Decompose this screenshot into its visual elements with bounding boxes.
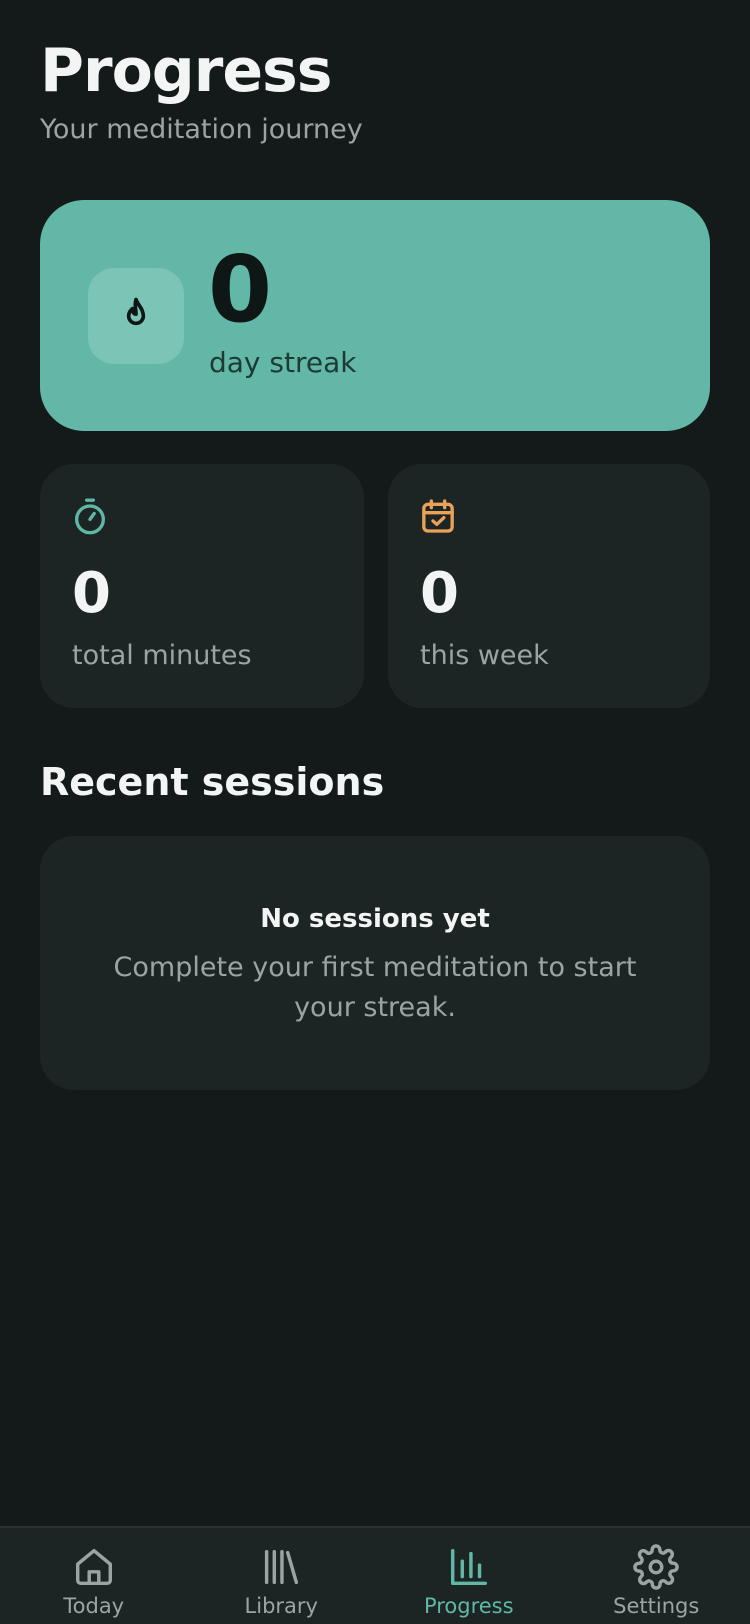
progress-screen: Progress Your meditation journey 0 day s… xyxy=(0,0,750,1624)
stopwatch-icon xyxy=(75,498,105,535)
tab-today[interactable]: Today xyxy=(0,1528,188,1624)
tab-label: Settings xyxy=(613,1594,700,1618)
library-icon xyxy=(265,1549,299,1585)
page-title: Progress xyxy=(40,36,332,106)
streak-icon-box xyxy=(88,268,184,364)
stat-value: 0 xyxy=(72,561,111,626)
streak-card: 0 day streak xyxy=(40,200,710,431)
streak-label: day streak xyxy=(209,346,357,379)
recent-sessions-title: Recent sessions xyxy=(40,760,385,804)
tab-settings[interactable]: Settings xyxy=(563,1528,750,1624)
tab-library[interactable]: Library xyxy=(188,1528,376,1624)
stat-card-this-week: 0 this week xyxy=(388,464,710,708)
gear-icon xyxy=(633,1544,680,1590)
tab-label: Today xyxy=(63,1594,125,1618)
stat-value: 0 xyxy=(420,561,459,626)
stat-label: total minutes xyxy=(72,640,252,671)
bottom-tab-bar: Today Library Progress Settings xyxy=(0,1526,750,1624)
streak-value: 0 xyxy=(208,236,273,343)
home-icon xyxy=(75,1548,112,1586)
tab-label: Library xyxy=(244,1594,318,1618)
bar-chart-icon xyxy=(450,1548,487,1586)
stat-card-total-minutes: 0 total minutes xyxy=(40,464,364,708)
flame-icon xyxy=(126,297,146,326)
calendar-check-icon xyxy=(422,499,454,533)
tab-progress[interactable]: Progress xyxy=(375,1528,563,1624)
empty-sessions-card: No sessions yet Complete your first medi… xyxy=(40,836,710,1090)
tab-label: Progress xyxy=(423,1594,514,1618)
page-subtitle: Your meditation journey xyxy=(40,114,363,145)
empty-state-text: Complete your first meditation to start … xyxy=(113,952,637,1023)
stat-label: this week xyxy=(420,640,549,671)
empty-state-title: No sessions yet xyxy=(260,904,490,934)
